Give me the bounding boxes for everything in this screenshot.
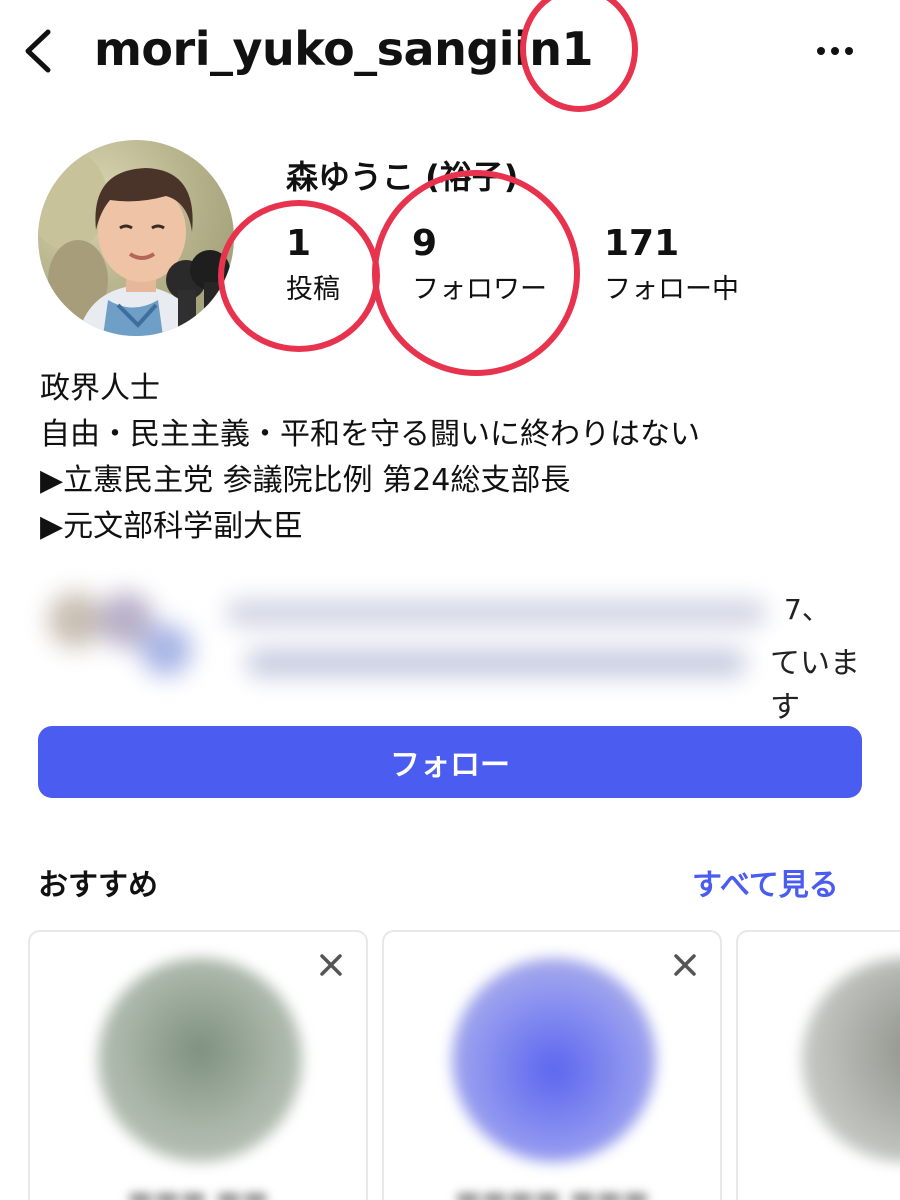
profile-page: mori_yuko_sangiin1 森ゆうこ (裕子) 1 投稿 9 フォロワ… xyxy=(0,0,900,1200)
following-label: フォロー中 xyxy=(604,274,739,305)
profile-bio: 政界人士 自由・民主主義・平和を守る闘いに終わりはない ▶立憲民主党 参議院比例… xyxy=(40,366,700,550)
followers-count: 9 xyxy=(412,223,438,264)
close-icon[interactable] xyxy=(318,952,344,978)
followers-stat[interactable]: 9 フォロワー xyxy=(412,222,547,310)
bio-line: 自由・民主主義・平和を守る闘いに終わりはない xyxy=(40,417,700,452)
suggestions-title: おすすめ xyxy=(38,868,158,903)
more-options-icon[interactable] xyxy=(812,36,858,66)
following-count: 171 xyxy=(604,223,680,264)
profile-avatar[interactable] xyxy=(38,140,234,336)
profile-username: mori_yuko_sangiin1 xyxy=(94,22,594,76)
suggestion-card[interactable]: ▬▬▬ ▬▬ xyxy=(28,930,368,1200)
header-bar: mori_yuko_sangiin1 xyxy=(0,0,900,110)
suggestion-name-blurred: ▬▬▬▬ ▬▬▬ xyxy=(454,1180,650,1200)
posts-stat[interactable]: 1 投稿 xyxy=(286,222,340,310)
profile-display-name: 森ゆうこ (裕子) xyxy=(286,158,519,196)
back-chevron-icon[interactable] xyxy=(18,26,58,76)
bio-line: 政界人士 xyxy=(40,371,160,406)
following-stat[interactable]: 171 フォロー中 xyxy=(604,222,739,310)
suggestion-avatar xyxy=(452,958,656,1162)
posts-count: 1 xyxy=(286,223,312,264)
suggestion-card[interactable]: ▬▬▬▬ ▬▬▬ xyxy=(382,930,722,1200)
posts-label: 投稿 xyxy=(286,274,340,305)
mutual-followers[interactable]: 7、 ています xyxy=(36,580,866,725)
mutual-followers-blurred xyxy=(36,580,776,700)
mutual-followers-text: 7、 xyxy=(784,593,830,626)
bio-line: ▶立憲民主党 参議院比例 第24総支部長 xyxy=(40,463,571,498)
suggestion-avatar xyxy=(802,958,900,1162)
close-icon[interactable] xyxy=(672,952,698,978)
suggestion-name-blurred: ▬▬▬ ▬▬ xyxy=(127,1180,269,1200)
followers-label: フォロワー xyxy=(412,274,547,305)
bio-line: ▶元文部科学副大臣 xyxy=(40,509,304,544)
suggestion-card[interactable] xyxy=(736,930,900,1200)
suggestion-avatar xyxy=(98,958,302,1162)
follow-button[interactable]: フォロー xyxy=(38,726,862,798)
mutual-followers-text: ています xyxy=(770,646,860,725)
see-all-link[interactable]: すべて見る xyxy=(692,860,839,904)
